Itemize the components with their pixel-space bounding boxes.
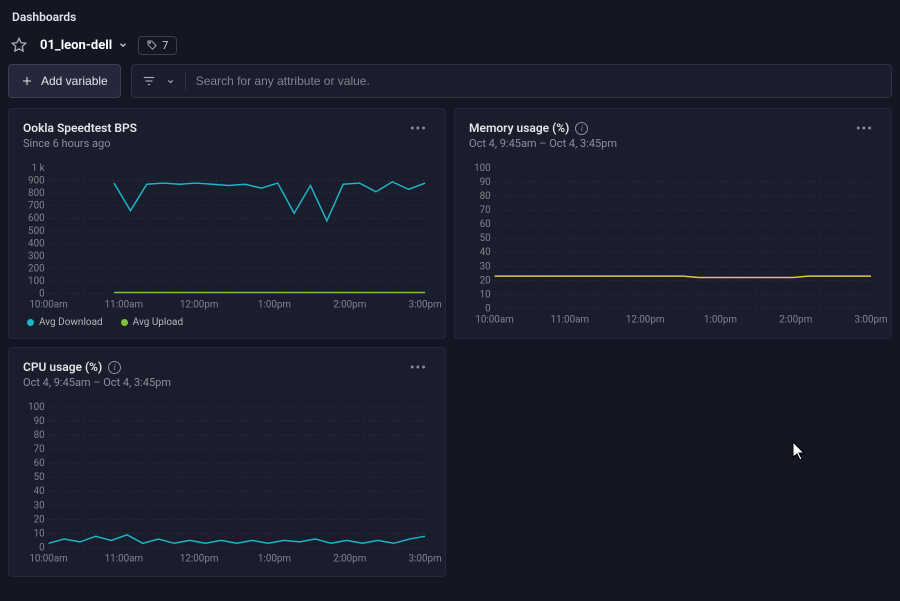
tag-count-pill[interactable]: 7 [138, 36, 177, 55]
svg-text:0: 0 [39, 543, 45, 554]
svg-text:10:00am: 10:00am [29, 300, 67, 311]
svg-text:3:00pm: 3:00pm [855, 314, 888, 325]
svg-text:400: 400 [28, 238, 45, 249]
dashboard-grid: Ookla Speedtest BPS Since 6 hours ago ••… [0, 108, 900, 577]
svg-text:3:00pm: 3:00pm [409, 300, 442, 311]
svg-text:11:00am: 11:00am [105, 300, 143, 311]
toolbar: Add variable [0, 64, 900, 108]
svg-text:10:00am: 10:00am [475, 314, 513, 325]
svg-text:80: 80 [480, 191, 491, 202]
info-icon[interactable]: i [108, 361, 121, 374]
svg-text:3:00pm: 3:00pm [409, 554, 442, 565]
divider [185, 72, 186, 90]
svg-text:10:00am: 10:00am [29, 554, 67, 565]
svg-text:10: 10 [480, 289, 491, 300]
svg-text:100: 100 [474, 163, 491, 174]
legend-label: Avg Download [39, 317, 103, 328]
legend-item-download[interactable]: Avg Download [27, 317, 103, 328]
svg-text:50: 50 [480, 233, 491, 244]
svg-text:2:00pm: 2:00pm [779, 314, 812, 325]
legend-dot [121, 319, 128, 326]
breadcrumb-name: 01_leon-dell [40, 38, 112, 53]
svg-text:60: 60 [480, 219, 491, 230]
svg-text:0: 0 [485, 303, 491, 314]
svg-text:70: 70 [480, 205, 491, 216]
legend-label: Avg Upload [133, 317, 183, 328]
svg-text:40: 40 [34, 487, 45, 498]
svg-text:60: 60 [34, 459, 45, 470]
svg-text:200: 200 [28, 264, 45, 275]
panel-menu-button[interactable]: ••• [406, 121, 431, 137]
panel-header: Ookla Speedtest BPS Since 6 hours ago ••… [23, 121, 431, 150]
svg-text:70: 70 [34, 445, 45, 456]
svg-text:600: 600 [28, 213, 45, 224]
legend-item-upload[interactable]: Avg Upload [121, 317, 183, 328]
panel-title: CPU usage (%) [23, 360, 102, 374]
chart-legend: Avg Download Avg Upload [23, 317, 431, 328]
svg-text:500: 500 [28, 226, 45, 237]
svg-text:90: 90 [34, 416, 45, 427]
svg-text:50: 50 [34, 473, 45, 484]
svg-text:0: 0 [39, 289, 45, 300]
svg-text:10: 10 [34, 529, 45, 540]
svg-text:40: 40 [480, 247, 491, 258]
plus-icon [21, 75, 33, 87]
page-title: Dashboards [0, 0, 900, 28]
svg-text:1:00pm: 1:00pm [704, 314, 737, 325]
filter-icon[interactable] [142, 74, 156, 88]
panel-cpu: CPU usage (%) i Oct 4, 9:45am – Oct 4, 3… [8, 347, 446, 576]
breadcrumb[interactable]: 01_leon-dell [40, 38, 128, 53]
star-icon[interactable] [8, 34, 30, 56]
svg-text:90: 90 [480, 177, 491, 188]
svg-text:100: 100 [28, 276, 45, 287]
panel-subtitle: Since 6 hours ago [23, 137, 137, 150]
svg-text:1 k: 1 k [32, 163, 45, 174]
svg-text:900: 900 [28, 175, 45, 186]
svg-text:12:00pm: 12:00pm [180, 554, 219, 565]
add-variable-button[interactable]: Add variable [8, 64, 121, 98]
panel-header: CPU usage (%) i Oct 4, 9:45am – Oct 4, 3… [23, 360, 431, 389]
svg-text:30: 30 [34, 501, 45, 512]
add-variable-label: Add variable [41, 74, 108, 88]
svg-text:1:00pm: 1:00pm [258, 554, 291, 565]
tag-count-text: 7 [162, 39, 168, 52]
svg-text:30: 30 [480, 261, 491, 272]
svg-text:700: 700 [28, 201, 45, 212]
svg-text:11:00am: 11:00am [105, 554, 143, 565]
legend-dot [27, 319, 34, 326]
panel-menu-button[interactable]: ••• [852, 121, 877, 137]
svg-text:2:00pm: 2:00pm [333, 554, 366, 565]
panel-title: Ookla Speedtest BPS [23, 121, 137, 135]
breadcrumb-row: 01_leon-dell 7 [0, 28, 900, 64]
svg-text:1:00pm: 1:00pm [258, 300, 291, 311]
chart-ookla: 1 k900 800 700600 500400 300 200100 010:00am 11… [23, 164, 431, 311]
panel-title: Memory usage (%) [469, 121, 569, 135]
svg-text:80: 80 [34, 430, 45, 441]
svg-text:20: 20 [480, 275, 491, 286]
panel-menu-button[interactable]: ••• [406, 360, 431, 376]
panel-subtitle: Oct 4, 9:45am – Oct 4, 3:45pm [469, 137, 617, 150]
panel-header: Memory usage (%) i Oct 4, 9:45am – Oct 4… [469, 121, 877, 150]
chart-cpu: 100908070605040302010010:00am11:00am12:0… [23, 403, 431, 565]
chevron-down-icon [118, 40, 128, 50]
info-icon[interactable]: i [575, 122, 588, 135]
svg-text:300: 300 [28, 251, 45, 262]
panel-memory: Memory usage (%) i Oct 4, 9:45am – Oct 4… [454, 108, 892, 339]
svg-text:12:00pm: 12:00pm [626, 314, 665, 325]
svg-text:11:00am: 11:00am [551, 314, 589, 325]
chart-memory: 100908070605040302010010:00am11:00am12:0… [469, 164, 877, 326]
svg-text:2:00pm: 2:00pm [333, 300, 366, 311]
tag-icon [147, 40, 158, 51]
panel-ookla: Ookla Speedtest BPS Since 6 hours ago ••… [8, 108, 446, 339]
svg-text:100: 100 [28, 402, 45, 413]
search-input[interactable] [196, 74, 881, 88]
svg-text:12:00pm: 12:00pm [180, 300, 219, 311]
svg-text:20: 20 [34, 515, 45, 526]
page-title-text: Dashboards [12, 10, 76, 24]
panel-subtitle: Oct 4, 9:45am – Oct 4, 3:45pm [23, 376, 171, 389]
chevron-down-icon[interactable] [166, 77, 175, 86]
svg-text:800: 800 [28, 188, 45, 199]
search-bar[interactable] [131, 64, 892, 98]
